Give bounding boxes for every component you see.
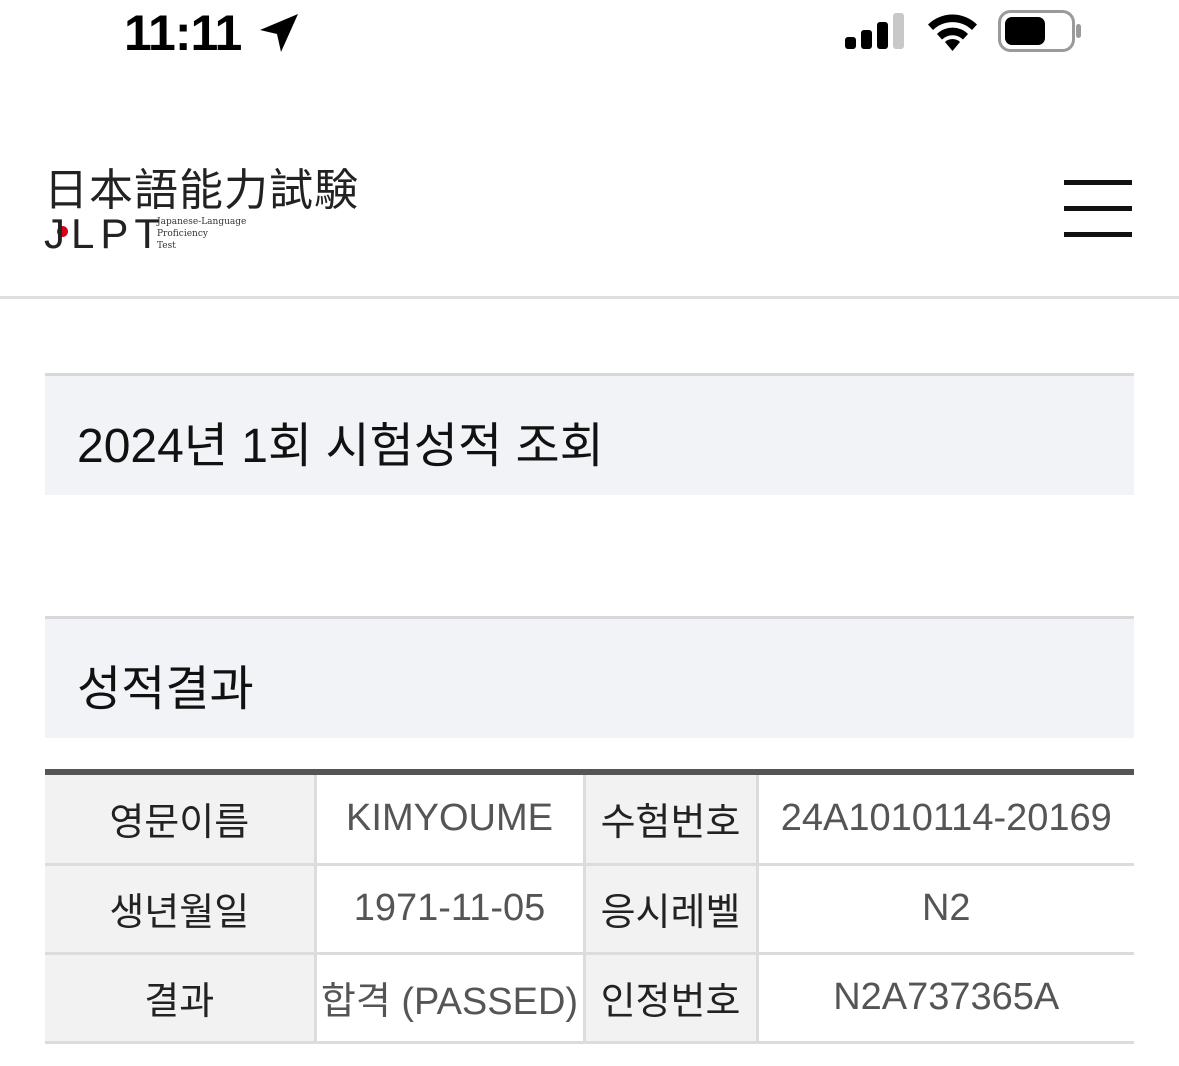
logo-kanji: 日本語能力試験 <box>44 154 359 237</box>
certificate-number-value: N2A737365A <box>757 953 1134 1044</box>
wifi-icon <box>928 14 977 51</box>
english-name-label: 영문이름 <box>45 775 317 866</box>
location-arrow-icon <box>260 14 298 52</box>
status-bar: 11:11 <box>0 0 1179 70</box>
table-row: 영문이름 KIMYOUME 수험번호 24A1010114-20169 <box>45 775 1134 866</box>
page-title-box: 2024년 1회 시험성적 조회 <box>45 373 1134 495</box>
section-title-box: 성적결과 <box>45 616 1134 738</box>
certificate-number-label: 인정번호 <box>584 953 759 1044</box>
table-row: 생년월일 1971-11-05 응시레벨 N2 <box>45 864 1134 955</box>
page-title: 2024년 1회 시험성적 조회 <box>77 420 604 473</box>
section-title: 성적결과 <box>77 663 254 716</box>
exam-number-value: 24A1010114-20169 <box>757 775 1134 866</box>
birth-date-label: 생년월일 <box>45 864 317 955</box>
exam-number-label: 수험번호 <box>584 775 759 866</box>
logo-subtitle: Japanese-Language Proficiency Test <box>157 217 247 251</box>
table-row: 결과 합격 (PASSED) 인정번호 N2A737365A <box>45 953 1134 1044</box>
logo-abbreviation: JLPT <box>44 210 167 257</box>
test-level-value: N2 <box>757 864 1134 955</box>
result-value: 합격 (PASSED) <box>315 953 586 1044</box>
birth-date-value: 1971-11-05 <box>315 864 586 955</box>
status-time: 11:11 <box>124 5 242 61</box>
site-header: 日本語能力試験 JLPT Japanese-Language Proficien… <box>0 100 1179 299</box>
score-result-table: 영문이름 KIMYOUME 수험번호 24A1010114-20169 생년월일… <box>45 769 1134 1044</box>
result-label: 결과 <box>45 953 317 1044</box>
hamburger-menu-icon[interactable] <box>1064 180 1132 240</box>
english-name-value: KIMYOUME <box>315 775 586 866</box>
test-level-label: 응시레벨 <box>584 864 759 955</box>
cellular-signal-icon <box>845 13 904 49</box>
battery-icon <box>998 10 1081 52</box>
jlpt-logo[interactable]: 日本語能力試験 JLPT Japanese-Language Proficien… <box>44 154 389 266</box>
